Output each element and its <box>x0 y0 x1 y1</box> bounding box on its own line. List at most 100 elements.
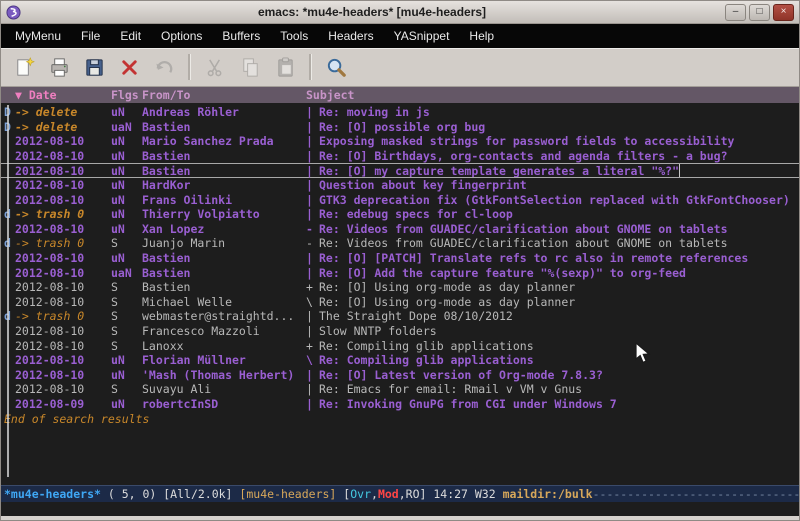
window-title: emacs: *mu4e-headers* [mu4e-headers] <box>22 5 722 19</box>
subject-cell: Re: [O] Latest version of Org-mode 7.8.3… <box>319 368 799 383</box>
from-cell: Xan Lopez <box>142 222 306 237</box>
message-row[interactable]: 2012-08-10 S Lanoxx + Re: Compiling glib… <box>1 339 799 354</box>
copy-button <box>235 52 265 82</box>
from-cell: Lanoxx <box>142 339 306 354</box>
menubar: MyMenuFileEditOptionsBuffersToolsHeaders… <box>1 24 799 48</box>
search-icon <box>325 56 348 79</box>
message-row[interactable]: 2012-08-10 uN Frans Oilinki | GTK3 depre… <box>1 193 799 208</box>
thread-separator-cell: | <box>306 382 319 397</box>
subject-cell: Re: Emacs for email: Rmail v VM v Gnus <box>319 382 799 397</box>
menu-yasnippet[interactable]: YASnippet <box>384 26 460 46</box>
flags-column-header[interactable]: Flgs <box>111 88 142 102</box>
close-button[interactable]: × <box>773 4 794 21</box>
save-button[interactable] <box>79 52 109 82</box>
message-row[interactable]: 2012-08-10 S Suvayu Ali | Re: Emacs for … <box>1 382 799 397</box>
paste-button <box>270 52 300 82</box>
subject-cell: Re: Compiling glib applications <box>319 353 799 368</box>
menu-buffers[interactable]: Buffers <box>212 26 270 46</box>
thread-separator-cell: | <box>306 309 319 324</box>
modeline-mode: [mu4e-headers] <box>239 487 336 501</box>
subject-cell: Re: [O] Using org-mode as day planner <box>319 295 799 310</box>
date-cell: 2012-08-10 <box>15 251 111 266</box>
message-row[interactable]: 2012-08-10 uN Bastien | Re: [O] my captu… <box>1 163 799 178</box>
new-file-button[interactable] <box>9 52 39 82</box>
menu-headers[interactable]: Headers <box>318 26 383 46</box>
minimize-button[interactable]: – <box>725 4 746 21</box>
modeline-segments: *mu4e-headers* ( 5, 0) [All/2.0k] [mu4e-… <box>4 487 799 501</box>
date-cell: 2012-08-10 <box>15 280 111 295</box>
message-row[interactable]: d -> trash 0 S Juanjo Marin - Re: Videos… <box>1 236 799 251</box>
flags-cell: uN <box>111 353 142 368</box>
message-list: D -> delete uN Andreas Röhler | Re: movi… <box>1 105 799 411</box>
subject-cell: GTK3 deprecation fix (GtkFontSelection r… <box>319 193 799 208</box>
titlebar[interactable]: emacs: *mu4e-headers* [mu4e-headers] – □… <box>1 1 799 24</box>
message-row[interactable]: 2012-08-10 uN Xan Lopez - Re: Videos fro… <box>1 222 799 237</box>
search-button[interactable] <box>321 52 351 82</box>
thread-separator-cell: | <box>306 164 319 177</box>
message-row[interactable]: 2012-08-10 uN 'Mash (Thomas Herbert) | R… <box>1 368 799 383</box>
scrollbar[interactable] <box>7 105 9 477</box>
modeline-folder: maildir:/bulk <box>503 487 593 501</box>
subject-cell: The Straight Dope 08/10/2012 <box>319 309 799 324</box>
message-row[interactable]: D -> delete uN Andreas Röhler | Re: movi… <box>1 105 799 120</box>
thread-separator-cell: \ <box>306 353 319 368</box>
thread-separator-cell: | <box>306 397 319 412</box>
message-row[interactable]: 2012-08-10 S Francesco Mazzoli | Slow NN… <box>1 324 799 339</box>
flags-cell: uN <box>111 207 142 222</box>
message-row[interactable]: 2012-08-10 uN Florian Müllner \ Re: Comp… <box>1 353 799 368</box>
thread-separator-cell: | <box>306 266 319 281</box>
message-row[interactable]: 2012-08-10 uN Bastien | Re: [O] [PATCH] … <box>1 251 799 266</box>
thread-separator-cell: + <box>306 339 319 354</box>
from-column-header[interactable]: From/To <box>142 88 306 102</box>
from-cell: webmaster@straightd... <box>142 309 306 324</box>
date-cell: -> trash 0 <box>15 309 111 324</box>
message-row[interactable]: d -> trash 0 S webmaster@straightd... | … <box>1 309 799 324</box>
subject-cell: Re: Compiling glib applications <box>319 339 799 354</box>
maximize-button[interactable]: □ <box>749 4 770 21</box>
menu-file[interactable]: File <box>71 26 110 46</box>
message-row[interactable]: 2012-08-10 S Michael Welle \ Re: [O] Usi… <box>1 295 799 310</box>
from-cell: Bastien <box>142 149 306 164</box>
message-row[interactable]: D -> delete uaN Bastien | Re: [O] possib… <box>1 120 799 135</box>
from-cell: Juanjo Marin <box>142 236 306 251</box>
menu-help[interactable]: Help <box>459 26 504 46</box>
message-row[interactable]: d -> trash 0 uN Thierry Volpiatto | Re: … <box>1 207 799 222</box>
message-row[interactable]: 2012-08-10 S Bastien + Re: [O] Using org… <box>1 280 799 295</box>
subject-cell: Slow NNTP folders <box>319 324 799 339</box>
flags-cell: S <box>111 382 142 397</box>
headers-buffer[interactable]: D -> delete uN Andreas Röhler | Re: movi… <box>1 103 799 485</box>
modeline[interactable]: *mu4e-headers* ( 5, 0) [All/2.0k] [mu4e-… <box>1 485 799 502</box>
subject-cell: Exposing masked strings for password fie… <box>319 134 799 149</box>
from-cell: Andreas Röhler <box>142 105 306 120</box>
menu-options[interactable]: Options <box>151 26 212 46</box>
modeline-plain: [ <box>336 487 350 501</box>
message-row[interactable]: 2012-08-10 uN Mario Sanchez Prada | Expo… <box>1 134 799 149</box>
print-button[interactable] <box>44 52 74 82</box>
subject-cell: Re: Videos from GUADEC/clarification abo… <box>319 236 799 251</box>
close-buffer-button[interactable] <box>114 52 144 82</box>
message-row[interactable]: 2012-08-10 uN Bastien | Re: [O] Birthday… <box>1 149 799 164</box>
thread-separator-cell: - <box>306 236 319 251</box>
message-row[interactable]: 2012-08-09 uN robertcInSD | Re: Invoking… <box>1 397 799 412</box>
flags-cell: S <box>111 280 142 295</box>
subject-column-header[interactable]: Subject <box>306 88 799 102</box>
menu-edit[interactable]: Edit <box>110 26 151 46</box>
subject-cell: Re: [O] Birthdays, org-contacts and agen… <box>319 149 799 164</box>
modeline-plain: ( 5, 0) [All/2.0k] <box>101 487 239 501</box>
emacs-window: emacs: *mu4e-headers* [mu4e-headers] – □… <box>0 0 800 521</box>
new-file-icon <box>13 56 36 79</box>
message-row[interactable]: 2012-08-10 uaN Bastien | Re: [O] Add the… <box>1 266 799 281</box>
date-cell: 2012-08-10 <box>15 134 111 149</box>
menu-mymenu[interactable]: MyMenu <box>5 26 71 46</box>
menu-tools[interactable]: Tools <box>270 26 318 46</box>
echo-area[interactable] <box>1 502 799 516</box>
toolbar-separator <box>309 54 312 80</box>
date-cell: 2012-08-10 <box>15 193 111 208</box>
date-column-header[interactable]: ▼ Date <box>15 88 111 102</box>
from-cell: Bastien <box>142 266 306 281</box>
subject-cell: Re: Invoking GnuPG from CGI under Window… <box>319 397 799 412</box>
date-cell: 2012-08-10 <box>15 382 111 397</box>
thread-separator-cell: | <box>306 105 319 120</box>
message-row[interactable]: 2012-08-10 uN HardKor | Question about k… <box>1 178 799 193</box>
thread-separator-cell: | <box>306 324 319 339</box>
